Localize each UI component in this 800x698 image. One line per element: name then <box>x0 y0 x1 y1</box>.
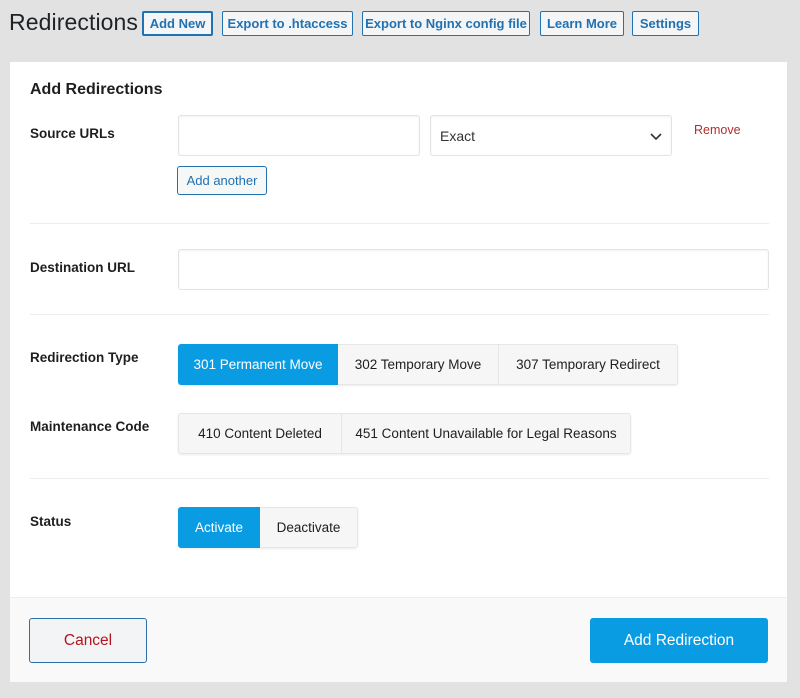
maintenance-code-label: Maintenance Code <box>30 419 150 434</box>
match-type-value: Exact <box>440 127 476 144</box>
source-url-input[interactable] <box>178 115 420 156</box>
chevron-down-icon <box>650 133 662 141</box>
status-label: Status <box>30 514 72 529</box>
status-deactivate[interactable]: Deactivate <box>260 507 358 548</box>
maintenance-code-410[interactable]: 410 Content Deleted <box>178 413 342 454</box>
maintenance-code-451[interactable]: 451 Content Unavailable for Legal Reason… <box>342 413 631 454</box>
page-header: Redirections Add New Export to .htaccess… <box>0 0 800 48</box>
export-nginx-button[interactable]: Export to Nginx config file <box>362 11 530 36</box>
status-group: Activate Deactivate <box>178 507 358 548</box>
divider <box>30 478 769 479</box>
status-activate[interactable]: Activate <box>178 507 260 548</box>
redirection-type-label: Redirection Type <box>30 350 139 365</box>
destination-url-label: Destination URL <box>30 260 136 275</box>
add-new-button[interactable]: Add New <box>142 11 213 36</box>
export-htaccess-button[interactable]: Export to .htaccess <box>222 11 353 36</box>
learn-more-button[interactable]: Learn More <box>540 11 624 36</box>
page-title: Redirections <box>9 9 139 35</box>
destination-url-input[interactable] <box>178 249 769 290</box>
maintenance-code-group: 410 Content Deleted 451 Content Unavaila… <box>178 413 631 454</box>
cancel-button[interactable]: Cancel <box>29 618 147 663</box>
redirection-type-307[interactable]: 307 Temporary Redirect <box>499 344 678 385</box>
settings-button[interactable]: Settings <box>632 11 699 36</box>
add-redirection-card: Add Redirections Source URLs Exact Remov… <box>10 62 787 682</box>
remove-source-link[interactable]: Remove <box>694 123 741 137</box>
source-urls-label: Source URLs <box>30 126 115 141</box>
add-redirection-button[interactable]: Add Redirection <box>590 618 768 663</box>
add-another-button[interactable]: Add another <box>177 166 267 195</box>
form-title: Add Redirections <box>30 81 163 98</box>
redirection-type-group: 301 Permanent Move 302 Temporary Move 30… <box>178 344 678 385</box>
divider <box>30 223 769 224</box>
redirection-type-302[interactable]: 302 Temporary Move <box>338 344 499 385</box>
match-type-select[interactable]: Exact <box>430 115 672 156</box>
redirection-type-301[interactable]: 301 Permanent Move <box>178 344 338 385</box>
form-footer: Cancel Add Redirection <box>10 597 787 682</box>
divider <box>30 314 769 315</box>
